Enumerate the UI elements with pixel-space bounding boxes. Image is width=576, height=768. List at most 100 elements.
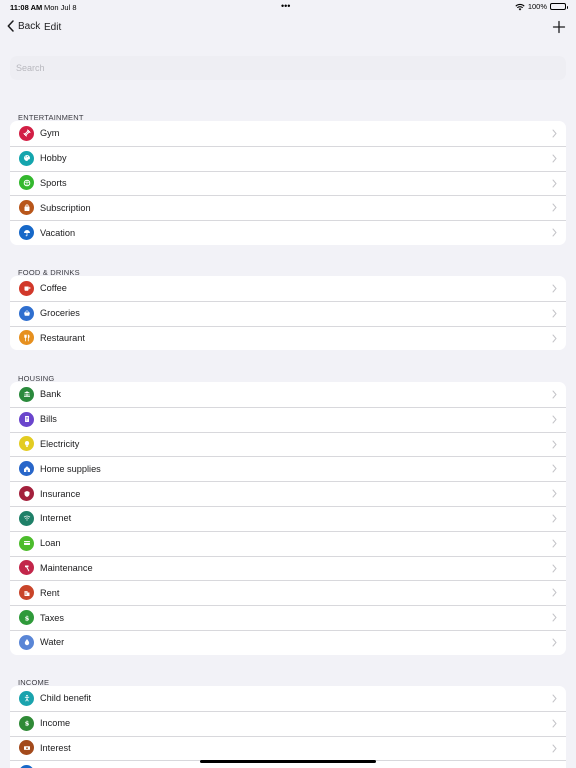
category-label: Gym [40,128,60,139]
category-row[interactable]: Coffee [10,276,566,301]
dollar-icon: $ [19,610,34,626]
status-date: Mon Jul 8 [44,3,77,12]
search-input[interactable] [10,56,566,80]
chevron-right-icon [552,334,557,343]
category-row[interactable]: Rent [10,580,566,605]
chevron-right-icon [552,284,557,293]
category-label: Bank [40,389,61,400]
category-row[interactable]: Restaurant [10,325,566,351]
umbrella-icon [19,225,34,241]
cash-icon [19,740,34,756]
battery-icon [550,2,568,11]
category-row[interactable]: Electricity [10,431,566,457]
chevron-right-icon [552,309,557,318]
dumbbell-icon [19,125,34,141]
dollar-icon: $ [19,715,34,731]
wifi-icon [19,510,34,526]
bag-icon [19,200,34,216]
bulb-icon [19,436,34,452]
svg-text:$: $ [24,614,29,621]
category-label: Loan [40,538,61,549]
category-row[interactable]: Maintenance [10,555,566,581]
category-label: Subscription [40,202,91,213]
chevron-right-icon [552,588,557,597]
category-row[interactable]: Home supplies [10,456,566,481]
category-label: Water [40,637,65,648]
chevron-right-icon [552,514,557,523]
edit-button[interactable]: Edit [44,22,61,33]
ball-icon [19,175,34,191]
chevron-right-icon [552,129,557,138]
cutlery-icon [19,330,34,346]
category-label: Income [40,718,71,729]
category-label: Coffee [40,283,67,294]
category-label: Bills [40,414,57,425]
category-label: Sports [40,177,67,188]
category-label: Groceries [40,308,80,319]
category-label: Hobby [40,153,67,164]
house-icon [19,461,34,477]
chevron-right-icon [552,694,557,703]
drop-icon [19,634,34,650]
document-icon [19,411,34,427]
category-row[interactable]: $ Taxes [10,605,566,630]
category-label: Internet [40,513,72,524]
category-row[interactable]: Vacation [10,220,566,245]
category-row[interactable]: Subscription [10,195,566,220]
home-indicator[interactable] [200,760,376,763]
building-icon [19,585,34,601]
category-row[interactable]: Loan [10,530,566,556]
category-row[interactable]: Sports [10,170,566,196]
category-row[interactable]: Child benefit [10,686,566,711]
chevron-right-icon [552,464,557,473]
category-label: Rent [40,587,60,598]
status-right: 100% [515,2,568,11]
category-label: Taxes [40,612,64,623]
category-label: Electricity [40,438,80,449]
chevron-right-icon [552,744,557,753]
search-field[interactable] [10,56,566,80]
section-group: Gym Hobby Sports Subscription Vacation [10,121,566,245]
category-row[interactable]: Interest [10,735,566,761]
add-icon[interactable] [552,20,566,34]
chevron-right-icon [552,154,557,163]
category-row[interactable]: Bills [10,406,566,432]
category-label: Restaurant [40,332,85,343]
section-group: Bank Bills Electricity Home supplies Ins… [10,382,566,655]
chevron-right-icon [552,390,557,399]
category-row[interactable]: Bank [10,382,566,407]
status-bar: 11:08 AM Mon Jul 8 ••• 100% [0,0,576,14]
category-row[interactable]: Internet [10,505,566,531]
chevron-right-icon [552,638,557,647]
chevron-right-icon [552,489,557,498]
status-time: 11:08 AM [10,3,43,12]
multitasking-dots-icon[interactable]: ••• [281,1,290,11]
basket-icon [19,305,34,321]
child-icon [19,690,34,706]
section-group: Coffee Groceries Restaurant [10,276,566,351]
shield-icon [19,486,34,502]
category-row[interactable]: Insurance [10,481,566,506]
categories-screen: 11:08 AM Mon Jul 8 ••• 100% Back Edit EN… [0,0,576,768]
category-label: Home supplies [40,463,101,474]
svg-text:$: $ [24,720,29,727]
category-label: Maintenance [40,562,93,573]
category-label: Interest [40,742,71,753]
category-row[interactable]: Water [10,629,566,655]
category-row[interactable]: Hobby [10,145,566,171]
chevron-right-icon [552,179,557,188]
navigation-bar: Back Edit [0,14,576,44]
chevron-right-icon [552,539,557,548]
category-row[interactable]: $ Income [10,710,566,736]
chevron-right-icon [552,228,557,237]
back-button[interactable]: Back [7,20,40,32]
category-label: Insurance [40,488,81,499]
category-row[interactable]: Gym [10,121,566,146]
wifi-status-icon [515,3,525,10]
bank-icon [19,386,34,402]
category-row[interactable]: Groceries [10,300,566,326]
chevron-right-icon [552,719,557,728]
chevron-right-icon [552,203,557,212]
chevron-left-icon [7,20,14,32]
cup-icon [19,280,34,296]
